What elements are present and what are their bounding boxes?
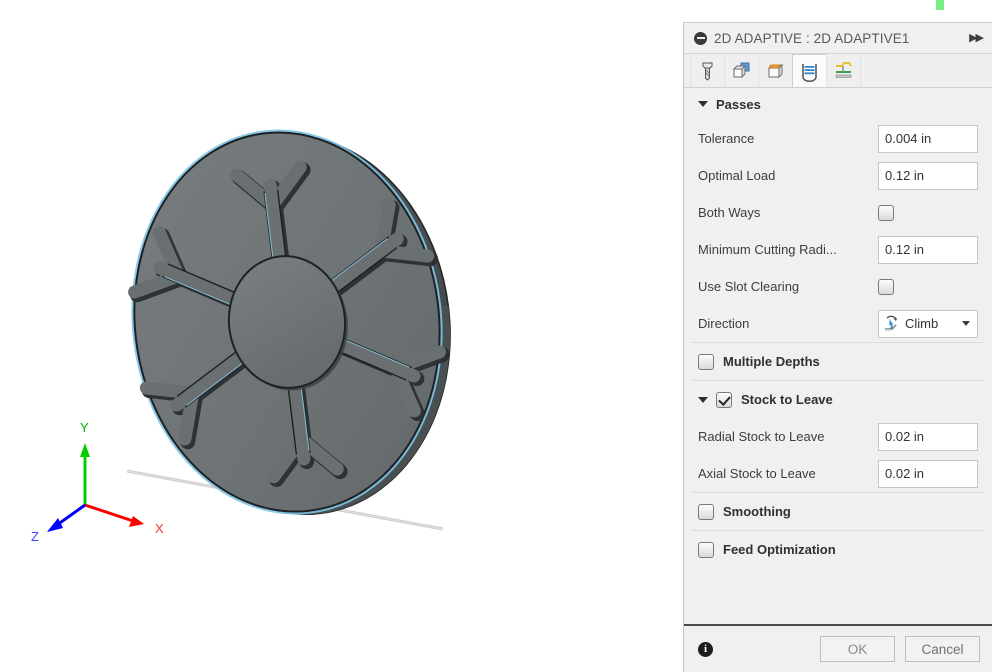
row-radial-stock-to-leave: Radial Stock to Leave	[684, 418, 992, 455]
axis-triad: Y X Z	[31, 420, 164, 544]
operation-tab-strip	[684, 54, 992, 88]
panel-footer: i OK Cancel	[684, 624, 992, 672]
both-ways-label: Both Ways	[698, 205, 761, 220]
row-both-ways: Both Ways	[684, 194, 992, 231]
tab-passes[interactable]	[792, 54, 827, 87]
double-right-arrow-icon[interactable]: ▶▶	[969, 32, 984, 44]
panel-header[interactable]: 2D ADAPTIVE : 2D ADAPTIVE1 ▶▶	[684, 23, 992, 54]
minimum-cutting-radius-input[interactable]	[878, 235, 978, 264]
panel-title: 2D ADAPTIVE : 2D ADAPTIVE1	[714, 30, 910, 46]
tolerance-input[interactable]	[878, 124, 978, 153]
row-minimum-cutting-radius: Minimum Cutting Radi...	[684, 231, 992, 268]
radial-stock-to-leave-input[interactable]	[878, 422, 978, 451]
both-ways-checkbox[interactable]	[878, 204, 894, 221]
tab-linking[interactable]	[826, 54, 861, 87]
row-tolerance: Tolerance	[684, 120, 992, 157]
direction-label: Direction	[698, 316, 750, 331]
section-multiple-depths[interactable]: Multiple Depths	[684, 343, 992, 380]
operation-settings-panel: 2D ADAPTIVE : 2D ADAPTIVE1 ▶▶ Passes Tol…	[683, 22, 992, 672]
ok-button[interactable]: OK	[820, 636, 895, 662]
geometry-cube-icon	[732, 62, 750, 79]
passes-layers-icon	[802, 63, 817, 82]
row-axial-stock-to-leave: Axial Stock to Leave	[684, 455, 992, 492]
disc-body[interactable]	[111, 112, 471, 533]
model-canvas[interactable]: Y X Z	[0, 0, 683, 672]
chevron-down-icon[interactable]	[962, 321, 970, 326]
linking-ramp-icon	[835, 62, 852, 78]
endmill-tool-icon	[702, 62, 713, 81]
axial-stock-to-leave-input[interactable]	[878, 459, 978, 488]
stock-to-leave-label: Stock to Leave	[741, 392, 833, 407]
radial-stock-to-leave-label: Radial Stock to Leave	[698, 429, 825, 444]
use-slot-clearing-checkbox[interactable]	[878, 278, 894, 295]
section-stock-to-leave-header[interactable]: Stock to Leave	[684, 381, 992, 418]
stock-to-leave-checkbox[interactable]	[716, 391, 732, 408]
cam-application-window: Y X Z 2D ADAPTIVE : 2D ADAPTIVE1 ▶▶ Pass…	[0, 0, 992, 672]
viewcube-green-marker	[936, 0, 944, 10]
section-passes-header[interactable]: Passes	[684, 88, 992, 120]
axis-label-x: X	[155, 521, 164, 536]
feed-optimization-checkbox[interactable]	[698, 541, 714, 558]
tolerance-label: Tolerance	[698, 131, 755, 146]
feed-optimization-label: Feed Optimization	[723, 542, 836, 557]
minimum-cutting-radius-label: Minimum Cutting Radi...	[698, 242, 837, 257]
tab-tool[interactable]	[690, 54, 725, 87]
direction-dropdown[interactable]: Climb	[878, 309, 978, 338]
section-passes-label: Passes	[716, 96, 761, 112]
use-slot-clearing-label: Use Slot Clearing	[698, 279, 800, 294]
optimal-load-label: Optimal Load	[698, 168, 776, 183]
settings-list: Passes Tolerance Optimal Load Both Ways	[684, 88, 992, 624]
heights-cube-icon	[767, 63, 784, 79]
cancel-button[interactable]: Cancel	[905, 636, 980, 662]
collapse-minus-icon[interactable]	[694, 31, 707, 45]
axial-stock-to-leave-label: Axial Stock to Leave	[698, 466, 816, 481]
section-smoothing[interactable]: Smoothing	[684, 493, 992, 530]
smoothing-label: Smoothing	[723, 504, 791, 519]
multiple-depths-checkbox[interactable]	[698, 353, 714, 370]
chevron-down-icon	[698, 101, 708, 107]
direction-value: Climb	[905, 316, 939, 331]
tab-geometry[interactable]	[724, 54, 759, 87]
climb-direction-icon	[885, 315, 897, 331]
axis-label-y: Y	[80, 420, 89, 435]
optimal-load-input[interactable]	[878, 161, 978, 190]
chevron-down-icon	[698, 396, 708, 403]
row-direction: Direction Climb	[684, 305, 992, 342]
tab-heights[interactable]	[758, 54, 793, 87]
axis-label-z: Z	[31, 529, 39, 544]
3d-viewport[interactable]: Y X Z	[0, 0, 683, 672]
multiple-depths-label: Multiple Depths	[723, 354, 820, 369]
section-feed-optimization[interactable]: Feed Optimization	[684, 531, 992, 568]
smoothing-checkbox[interactable]	[698, 503, 714, 520]
info-icon[interactable]: i	[698, 641, 713, 657]
row-use-slot-clearing: Use Slot Clearing	[684, 268, 992, 305]
row-optimal-load: Optimal Load	[684, 157, 992, 194]
